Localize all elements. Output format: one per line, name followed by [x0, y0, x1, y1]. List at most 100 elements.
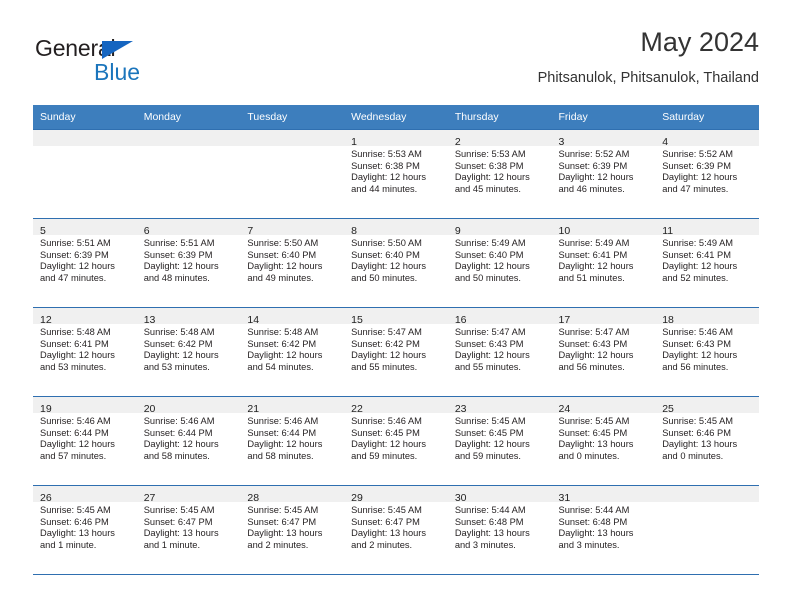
sunrise-line: Sunrise: 5:45 AM: [143, 505, 215, 515]
day-cell-inner: 15 Sunrise: 5:47 AM Sunset: 6:42 PM Dayligh…: [344, 308, 448, 396]
day-cell-inner: 8 Sunrise: 5:50 AM Sunset: 6:40 PM Daylight…: [344, 219, 448, 307]
date-band: 21: [240, 397, 345, 415]
calendar-day-cell[interactable]: 18 Sunrise: 5:46 AM Sunset: 6:43 PM Dayligh…: [655, 307, 759, 397]
calendar-day-cell[interactable]: 29 Sunrise: 5:45 AM Sunset: 6:47 PM Dayligh…: [344, 485, 448, 575]
calendar-day-cell[interactable]: 27 Sunrise: 5:45 AM Sunset: 6:47 PM Dayligh…: [136, 485, 241, 575]
daylight-line-2: and 2 minutes.: [351, 539, 413, 550]
day-number: 9: [454, 225, 461, 237]
day-details: Sunrise: 5:50 AM Sunset: 6:40 PM Daylight:…: [240, 235, 344, 284]
day-cell-inner: 28 Sunrise: 5:45 AM Sunset: 6:47 PM Dayligh…: [240, 486, 345, 574]
calendar-day-cell-empty: [240, 129, 345, 219]
calendar-day-cell[interactable]: 14 Sunrise: 5:48 AM Sunset: 6:42 PM Dayligh…: [240, 307, 345, 397]
daylight-line-1: Daylight: 12 hours: [40, 439, 115, 450]
date-band: [655, 486, 759, 502]
daylight-line-2: and 57 minutes.: [40, 450, 107, 461]
sunset-line: Sunset: 6:43 PM: [454, 338, 524, 349]
calendar-day-cell[interactable]: 3 Sunrise: 5:52 AM Sunset: 6:39 PM Daylight…: [551, 129, 656, 219]
sunset-line: Sunset: 6:44 PM: [40, 427, 109, 438]
calendar-day-cell[interactable]: 11 Sunrise: 5:49 AM Sunset: 6:41 PM Dayligh…: [655, 218, 759, 308]
day-cell-inner: 27 Sunrise: 5:45 AM Sunset: 6:47 PM Dayligh…: [136, 486, 241, 574]
date-band: 26: [33, 486, 137, 504]
sunset-line: Sunset: 6:48 PM: [558, 516, 628, 527]
day-details: Sunrise: 5:47 AM Sunset: 6:43 PM Daylight:…: [448, 324, 552, 373]
day-cell-inner: 24 Sunrise: 5:45 AM Sunset: 6:45 PM Dayligh…: [551, 397, 656, 485]
calendar-day-cell[interactable]: 1 Sunrise: 5:53 AM Sunset: 6:38 PM Daylight…: [344, 129, 448, 219]
day-cell-inner: 4 Sunrise: 5:52 AM Sunset: 6:39 PM Daylight…: [655, 130, 759, 218]
day-cell-inner: 29 Sunrise: 5:45 AM Sunset: 6:47 PM Dayligh…: [344, 486, 448, 574]
date-band: 11: [655, 219, 759, 237]
date-band: 31: [551, 486, 656, 504]
day-details: Sunrise: 5:46 AM Sunset: 6:44 PM Daylight:…: [33, 413, 137, 462]
day-cell-inner: [136, 130, 241, 218]
calendar-day-cell[interactable]: 16 Sunrise: 5:47 AM Sunset: 6:43 PM Dayligh…: [447, 307, 552, 397]
daylight-line-1: Daylight: 13 hours: [143, 528, 219, 539]
calendar-day-cell[interactable]: 10 Sunrise: 5:49 AM Sunset: 6:41 PM Dayligh…: [551, 218, 656, 308]
day-number: 23: [454, 403, 467, 415]
daylight-line-2: and 50 minutes.: [351, 272, 418, 283]
date-band: 3: [551, 130, 656, 148]
daylight-line-1: Daylight: 12 hours: [351, 172, 427, 183]
calendar-day-cell[interactable]: 15 Sunrise: 5:47 AM Sunset: 6:42 PM Dayligh…: [344, 307, 448, 397]
day-cell-inner: 20 Sunrise: 5:46 AM Sunset: 6:44 PM Dayligh…: [136, 397, 241, 485]
sunset-line: Sunset: 6:44 PM: [247, 427, 317, 438]
weekday-header-monday: Monday: [136, 105, 241, 130]
calendar-grid: Sunday Monday Tuesday Wednesday Thursday Frid…: [33, 105, 759, 575]
daylight-line-1: Daylight: 13 hours: [40, 528, 115, 539]
sunrise-line: Sunrise: 5:45 AM: [558, 416, 630, 426]
date-band: 6: [136, 219, 241, 237]
calendar-day-cell[interactable]: 13 Sunrise: 5:48 AM Sunset: 6:42 PM Dayligh…: [136, 307, 241, 397]
calendar-day-cell[interactable]: 2 Sunrise: 5:53 AM Sunset: 6:38 PM Daylight…: [447, 129, 552, 219]
day-details: Sunrise: 5:46 AM Sunset: 6:44 PM Daylight:…: [240, 413, 344, 462]
calendar-day-cell[interactable]: 21 Sunrise: 5:46 AM Sunset: 6:44 PM Dayligh…: [240, 396, 345, 486]
day-number: 3: [558, 136, 565, 148]
day-details: Sunrise: 5:48 AM Sunset: 6:42 PM Daylight:…: [240, 324, 344, 373]
day-number: 8: [351, 225, 357, 237]
calendar-day-cell[interactable]: 5 Sunrise: 5:51 AM Sunset: 6:39 PM Daylight…: [33, 218, 137, 308]
calendar-day-cell[interactable]: 12 Sunrise: 5:48 AM Sunset: 6:41 PM Dayligh…: [33, 307, 137, 397]
calendar-day-cell[interactable]: 28 Sunrise: 5:45 AM Sunset: 6:47 PM Dayligh…: [240, 485, 345, 575]
calendar-day-cell[interactable]: 26 Sunrise: 5:45 AM Sunset: 6:46 PM Dayligh…: [33, 485, 137, 575]
calendar-day-cell[interactable]: 9 Sunrise: 5:49 AM Sunset: 6:40 PM Daylight…: [447, 218, 552, 308]
day-details: Sunrise: 5:49 AM Sunset: 6:41 PM Daylight:…: [552, 235, 656, 284]
sunrise-line: Sunrise: 5:48 AM: [247, 327, 319, 337]
general-blue-logo[interactable]: General Blue: [33, 32, 233, 92]
day-cell-inner: 17 Sunrise: 5:47 AM Sunset: 6:43 PM Dayligh…: [551, 308, 656, 396]
day-number: 2: [454, 136, 461, 148]
date-band: 10: [551, 219, 656, 237]
calendar-day-cell[interactable]: 17 Sunrise: 5:47 AM Sunset: 6:43 PM Dayligh…: [551, 307, 656, 397]
sunrise-line: Sunrise: 5:47 AM: [351, 327, 422, 337]
date-band: 18: [655, 308, 759, 326]
calendar-day-cell[interactable]: 24 Sunrise: 5:45 AM Sunset: 6:45 PM Dayligh…: [551, 396, 656, 486]
calendar-day-cell[interactable]: 22 Sunrise: 5:46 AM Sunset: 6:45 PM Dayligh…: [344, 396, 448, 486]
daylight-line-2: and 55 minutes.: [454, 361, 521, 372]
calendar-day-cell[interactable]: 20 Sunrise: 5:46 AM Sunset: 6:44 PM Dayligh…: [136, 396, 241, 486]
calendar-day-cell[interactable]: 31 Sunrise: 5:44 AM Sunset: 6:48 PM Dayligh…: [551, 485, 656, 575]
calendar-day-cell[interactable]: 4 Sunrise: 5:52 AM Sunset: 6:39 PM Daylight…: [655, 129, 759, 219]
daylight-line-1: Daylight: 12 hours: [558, 261, 634, 272]
calendar-day-cell[interactable]: 7 Sunrise: 5:50 AM Sunset: 6:40 PM Daylight…: [240, 218, 345, 308]
day-details: Sunrise: 5:48 AM Sunset: 6:41 PM Daylight:…: [33, 324, 137, 373]
sunset-line: Sunset: 6:45 PM: [558, 427, 628, 438]
sunrise-line: Sunrise: 5:49 AM: [558, 238, 630, 248]
daylight-line-2: and 45 minutes.: [454, 183, 521, 194]
calendar-day-cell[interactable]: 25 Sunrise: 5:45 AM Sunset: 6:46 PM Dayligh…: [655, 396, 759, 486]
calendar-day-cell[interactable]: 30 Sunrise: 5:44 AM Sunset: 6:48 PM Dayligh…: [447, 485, 552, 575]
date-band: 7: [240, 219, 345, 237]
daylight-line-1: Daylight: 12 hours: [247, 261, 323, 272]
sunset-line: Sunset: 6:39 PM: [662, 160, 731, 171]
sunset-line: Sunset: 6:43 PM: [662, 338, 731, 349]
calendar-day-cell[interactable]: 6 Sunrise: 5:51 AM Sunset: 6:39 PM Daylight…: [136, 218, 241, 308]
daylight-line-2: and 3 minutes.: [454, 539, 516, 550]
daylight-line-1: Daylight: 13 hours: [454, 528, 530, 539]
calendar-day-cell[interactable]: 19 Sunrise: 5:46 AM Sunset: 6:44 PM Dayligh…: [33, 396, 137, 486]
daylight-line-2: and 54 minutes.: [247, 361, 314, 372]
calendar-day-cell[interactable]: 8 Sunrise: 5:50 AM Sunset: 6:40 PM Daylight…: [344, 218, 448, 308]
calendar-day-cell[interactable]: 23 Sunrise: 5:45 AM Sunset: 6:45 PM Dayligh…: [447, 396, 552, 486]
date-band: 15: [344, 308, 448, 326]
page-subtitle: Phitsanulok, Phitsanulok, Thailand: [537, 69, 759, 86]
date-band: [136, 130, 241, 146]
day-number: 29: [351, 492, 363, 504]
day-details: Sunrise: 5:44 AM Sunset: 6:48 PM Daylight:…: [552, 502, 656, 551]
daylight-line-1: Daylight: 13 hours: [558, 528, 634, 539]
day-details: [137, 146, 241, 149]
